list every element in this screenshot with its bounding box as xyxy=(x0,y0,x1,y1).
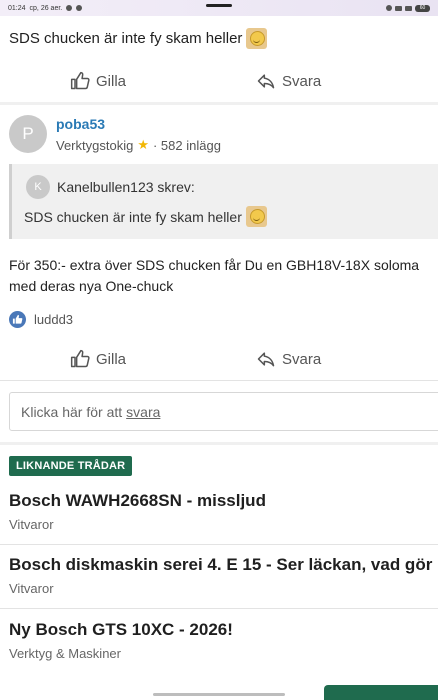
reply-arrow-icon xyxy=(257,74,275,89)
gesture-handle xyxy=(153,693,285,696)
smiley-emoji-icon xyxy=(245,206,267,227)
post-separator xyxy=(0,102,438,105)
reply-arrow-icon xyxy=(257,352,275,367)
thread-title: Bosch diskmaskin serei 4. E 15 - Ser läc… xyxy=(9,555,433,574)
like-label: Gilla xyxy=(96,72,127,90)
section-separator xyxy=(0,442,438,445)
similar-thread-item[interactable]: Bosch WAWH2668SN - missljud Vitvaror xyxy=(9,491,438,532)
reply-button-1[interactable]: Svara xyxy=(256,71,321,91)
liked-by-user: luddd3 xyxy=(34,312,74,327)
reply-link[interactable]: svara xyxy=(126,404,160,420)
quote-avatar: K xyxy=(26,175,50,199)
quote-body: SDS chucken är inte fy skam heller xyxy=(24,208,242,225)
similar-thread-item[interactable]: Bosch diskmaskin serei 4. E 15 - Ser läc… xyxy=(9,555,438,596)
thread-category: Verktyg & Maskiner xyxy=(9,646,121,661)
quote-author: Kanelbullen123 skrev: xyxy=(57,179,195,195)
divider xyxy=(0,544,438,545)
username-link[interactable]: poba53 xyxy=(56,116,105,132)
reply-input[interactable]: Klicka här för att svara xyxy=(9,392,438,431)
post-actions-2: Gilla Svara xyxy=(0,344,438,374)
like-button-2[interactable]: Gilla xyxy=(70,349,126,369)
divider xyxy=(0,380,438,381)
previous-post-text: SDS chucken är inte fy skam heller xyxy=(9,28,268,49)
previous-post-body: SDS chucken är inte fy skam heller xyxy=(9,30,243,47)
dnd-icon xyxy=(386,5,392,11)
reply-prompt: Klicka här för att xyxy=(21,403,123,420)
post-count: · 582 inlägg xyxy=(152,137,221,153)
reply-label: Svara xyxy=(282,350,322,368)
thumbs-up-icon xyxy=(70,71,90,90)
user-avatar[interactable]: P xyxy=(9,115,47,153)
thread-category: Vitvaror xyxy=(9,581,54,596)
liked-by[interactable]: luddd3 xyxy=(9,311,73,328)
quote-text: SDS chucken är inte fy skam heller xyxy=(24,206,267,227)
user-meta: Verktygstokig ★ · 582 inlägg xyxy=(56,137,221,153)
like-button-1[interactable]: Gilla xyxy=(70,71,126,91)
thumbs-up-icon xyxy=(70,349,90,368)
post-actions-1: Gilla Svara xyxy=(0,66,438,96)
post-body-line: För 350:- extra över SDS chucken får Du … xyxy=(9,257,420,273)
thread-title: Ny Bosch GTS 10XC - 2026! xyxy=(9,620,233,639)
notification-icon xyxy=(66,5,73,11)
camera-notch xyxy=(206,4,232,7)
status-time: 01:24 xyxy=(8,4,26,12)
user-rank: Verktygstokig xyxy=(56,137,134,153)
reply-label: Svara xyxy=(282,72,322,90)
wifi-icon xyxy=(395,5,402,11)
divider xyxy=(0,608,438,609)
star-icon: ★ xyxy=(137,137,149,152)
battery-icon: 60 xyxy=(415,4,430,12)
post-body: För 350:- extra över SDS chucken får Du … xyxy=(9,255,438,297)
similar-thread-item[interactable]: Ny Bosch GTS 10XC - 2026! Verktyg & Mask… xyxy=(9,620,438,661)
reply-button-2[interactable]: Svara xyxy=(256,349,321,369)
like-badge-icon xyxy=(9,311,26,328)
like-label: Gilla xyxy=(96,350,127,368)
status-date: cp, 26 aer. xyxy=(29,4,63,12)
app-icon xyxy=(76,5,83,11)
quote-block[interactable]: K Kanelbullen123 skrev: SDS chucken är i… xyxy=(9,164,438,239)
thread-category: Vitvaror xyxy=(9,517,54,532)
smiley-emoji-icon xyxy=(246,28,268,49)
post-body-line: med deras nya One-chuck xyxy=(9,278,174,294)
signal-icon xyxy=(405,5,412,11)
thread-title: Bosch WAWH2668SN - missljud xyxy=(9,491,266,510)
status-bar: 01:24 cp, 26 aer. 60 xyxy=(0,0,438,16)
floating-action-button[interactable] xyxy=(324,685,438,700)
similar-threads-heading: LIKNANDE TRÅDAR xyxy=(9,456,133,476)
